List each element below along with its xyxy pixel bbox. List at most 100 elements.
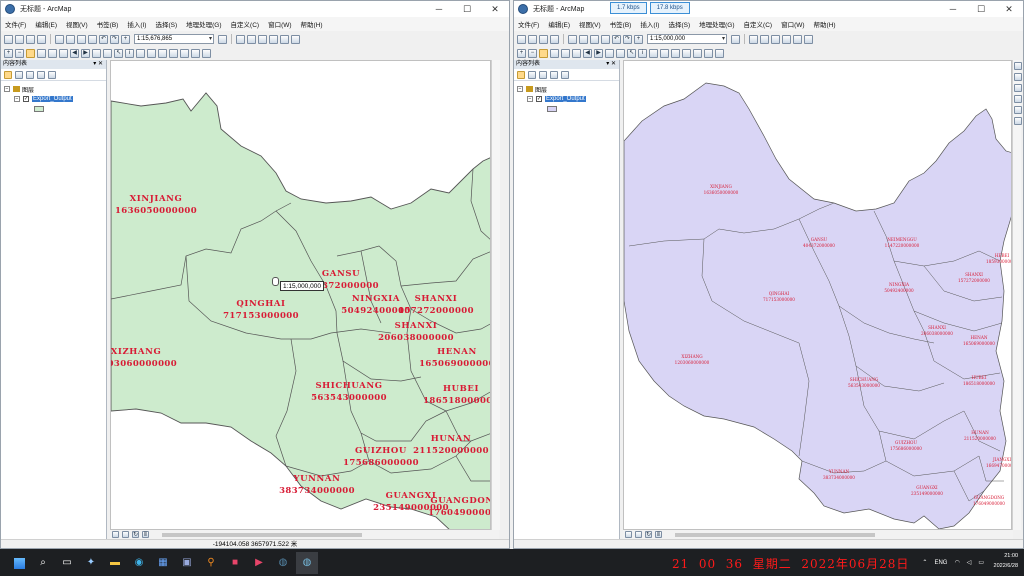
layer-row[interactable]: − ✓ Export_Output [4,94,106,104]
map-view[interactable]: XINJIANG 1636050000000 GANSU 404372000000 NE… [623,60,1012,530]
data-view-icon[interactable] [112,531,119,538]
hyperlink-icon[interactable] [169,48,178,58]
python-icon[interactable] [793,34,802,44]
zoom-out-icon[interactable]: − [15,48,24,58]
menu-help[interactable]: 帮助(H) [301,19,323,29]
arcgis-icon[interactable]: ◍ [272,552,294,574]
results-dock-icon[interactable] [1014,95,1022,103]
battery-icon[interactable]: ▭ [978,559,984,566]
find-icon[interactable] [649,48,658,58]
menu-view[interactable]: 视图(V) [66,19,88,29]
find-route-icon[interactable] [147,48,156,58]
menu-window[interactable]: 窗口(W) [781,19,804,29]
pan-icon[interactable] [539,48,548,58]
horizontal-scrollbar-thumb[interactable] [675,532,875,537]
vertical-scrollbar[interactable] [1012,60,1021,530]
layer-row[interactable]: − ✓ Export_Output [517,94,619,104]
layers-group-row[interactable]: − 图层 [517,84,619,94]
layout-view-icon[interactable] [122,531,129,538]
create-viewer-icon[interactable] [202,48,211,58]
layer-name[interactable]: Export_Output [545,96,586,102]
catalog-icon[interactable] [247,34,256,44]
zoom-out-icon[interactable]: − [528,48,537,58]
photos-icon[interactable]: ▣ [176,552,198,574]
tray-chevron-icon[interactable]: ⌃ [922,559,927,566]
time-slider-icon[interactable] [191,48,200,58]
arcmap-taskbar-icon[interactable]: ◍ [296,551,318,574]
select-features-icon[interactable] [605,48,614,58]
hyperlink-icon[interactable] [682,48,691,58]
menu-customize[interactable]: 自定义(C) [231,19,260,29]
pin-icon[interactable]: ▾ ✕ [93,60,106,69]
select-elements-icon[interactable]: ↖ [627,48,636,58]
print-icon[interactable] [37,34,46,44]
map-view[interactable]: XINJIANG 1636050000000 QINGHAI 717153000000… [110,60,491,530]
html-popup-icon[interactable] [180,48,189,58]
layers-group-row[interactable]: − 图层 [4,84,106,94]
measure-icon[interactable] [158,48,167,58]
wifi-icon[interactable]: ◠ [954,559,959,566]
redo-icon[interactable]: ↷ [110,34,119,44]
measure-icon[interactable] [671,48,680,58]
title-bar[interactable]: 无标题 - ArcMap 1.7 kbps 17.8 kbps ─ ☐ ✕ [514,1,1023,17]
search-window-icon[interactable] [258,34,267,44]
new-icon[interactable] [517,34,526,44]
open-icon[interactable] [15,34,24,44]
full-extent-icon[interactable] [550,48,559,58]
pause-drawing-icon[interactable]: Ⅱ [655,531,662,538]
back-extent-icon[interactable]: ◀ [70,48,79,58]
options-icon[interactable] [561,70,569,79]
layers-dock-icon[interactable] [1014,106,1022,114]
full-extent-icon[interactable] [37,48,46,58]
menu-insert[interactable]: 插入(I) [640,19,659,29]
pause-drawing-icon[interactable]: Ⅱ [142,531,149,538]
store-icon[interactable]: ▦ [152,552,174,574]
refresh-icon[interactable]: ↻ [132,531,139,538]
fixed-zoom-out-icon[interactable] [572,48,581,58]
layer-symbol-swatch[interactable] [34,106,44,112]
menu-file[interactable]: 文件(F) [518,19,539,29]
create-viewer-icon[interactable] [715,48,724,58]
options-icon[interactable] [48,70,56,79]
menu-edit[interactable]: 编辑(E) [548,19,570,29]
add-data-icon[interactable]: + [121,34,130,44]
file-explorer-icon[interactable]: ▬ [104,552,126,574]
list-by-source-icon[interactable] [15,70,23,79]
menu-help[interactable]: 帮助(H) [814,19,836,29]
search-app-icon[interactable]: ⚲ [200,552,222,574]
table-of-contents-icon[interactable] [749,34,758,44]
save-icon[interactable] [26,34,35,44]
list-by-visibility-icon[interactable] [26,70,34,79]
fixed-zoom-in-icon[interactable] [561,48,570,58]
input-language[interactable]: ENG [934,560,947,566]
list-by-drawing-order-icon[interactable] [517,70,525,79]
identify-icon[interactable]: i [638,48,647,58]
undo-icon[interactable]: ↶ [99,34,108,44]
layer-symbol-swatch[interactable] [547,106,557,112]
list-by-selection-icon[interactable] [550,70,558,79]
menu-file[interactable]: 文件(F) [5,19,26,29]
search-dock-icon[interactable] [1014,73,1022,81]
menu-geoprocessing[interactable]: 地理处理(G) [186,19,221,29]
open-icon[interactable] [528,34,537,44]
menu-bookmarks[interactable]: 书签(B) [97,19,119,29]
layer-visibility-checkbox[interactable]: ✓ [23,96,29,102]
catalog-icon[interactable] [760,34,769,44]
menu-geoprocessing[interactable]: 地理处理(G) [699,19,734,29]
menu-customize[interactable]: 自定义(C) [744,19,773,29]
map-scale-combo[interactable]: 1:15,676,865 [134,34,214,44]
list-by-drawing-order-icon[interactable] [4,70,12,79]
close-button[interactable]: ✕ [481,1,509,17]
title-bar[interactable]: 无标题 - ArcMap ─ ☐ ✕ [1,1,509,17]
volume-icon[interactable]: ◁ [967,559,972,566]
copy-icon[interactable] [579,34,588,44]
taskbar-clock[interactable]: 21:00 2022/6/28 [994,551,1018,571]
layer-visibility-checkbox[interactable]: ✓ [536,96,542,102]
widgets-icon[interactable]: ✦ [80,552,102,574]
menu-selection[interactable]: 选择(S) [668,19,690,29]
menu-window[interactable]: 窗口(W) [268,19,291,29]
screen-recorder-icon[interactable]: ■ [224,552,246,574]
cut-icon[interactable] [568,34,577,44]
minimize-button[interactable]: ─ [939,1,967,17]
task-view-icon[interactable]: ▭ [56,552,78,574]
